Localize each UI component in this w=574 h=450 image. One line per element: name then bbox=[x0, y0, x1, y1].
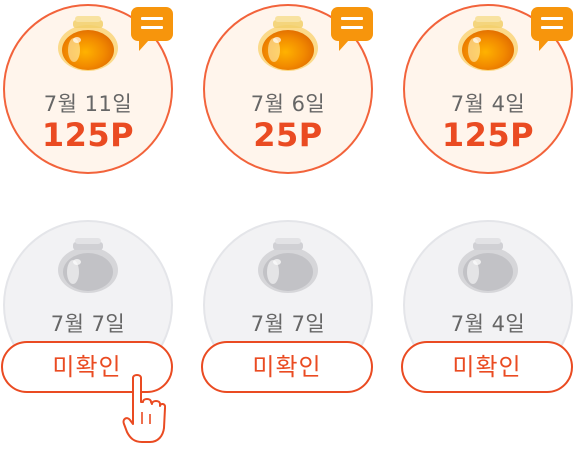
reward-date: 7월 7일 bbox=[50, 312, 126, 336]
reward-date: 7월 7일 bbox=[250, 312, 326, 336]
empty-jar-icon bbox=[58, 238, 118, 293]
empty-jar-icon bbox=[458, 238, 518, 293]
reward-points: 25P bbox=[253, 116, 323, 154]
reward-date: 7월 4일 bbox=[450, 92, 526, 116]
unconfirmed-button[interactable]: 미확인 bbox=[201, 341, 373, 393]
honey-jar-icon bbox=[458, 16, 518, 71]
reward-points: 125P bbox=[41, 116, 135, 154]
hand-pointer-icon bbox=[122, 374, 166, 443]
unconfirmed-button[interactable]: 미확인 bbox=[401, 341, 573, 393]
reward-date: 7월 4일 bbox=[450, 312, 526, 336]
chat-icon[interactable] bbox=[531, 7, 573, 51]
honey-jar-icon bbox=[58, 16, 118, 71]
reward-points: 125P bbox=[441, 116, 535, 154]
reward-date: 7월 6일 bbox=[250, 92, 326, 116]
reward-grid: 7월 11일 125P 7월 6일 25P 7월 4일 125P 7월 7일 7… bbox=[0, 0, 574, 450]
empty-jar-icon bbox=[258, 238, 318, 293]
chat-icon[interactable] bbox=[331, 7, 373, 51]
honey-jar-icon bbox=[258, 16, 318, 71]
chat-icon[interactable] bbox=[131, 7, 173, 51]
reward-date: 7월 11일 bbox=[43, 92, 133, 116]
